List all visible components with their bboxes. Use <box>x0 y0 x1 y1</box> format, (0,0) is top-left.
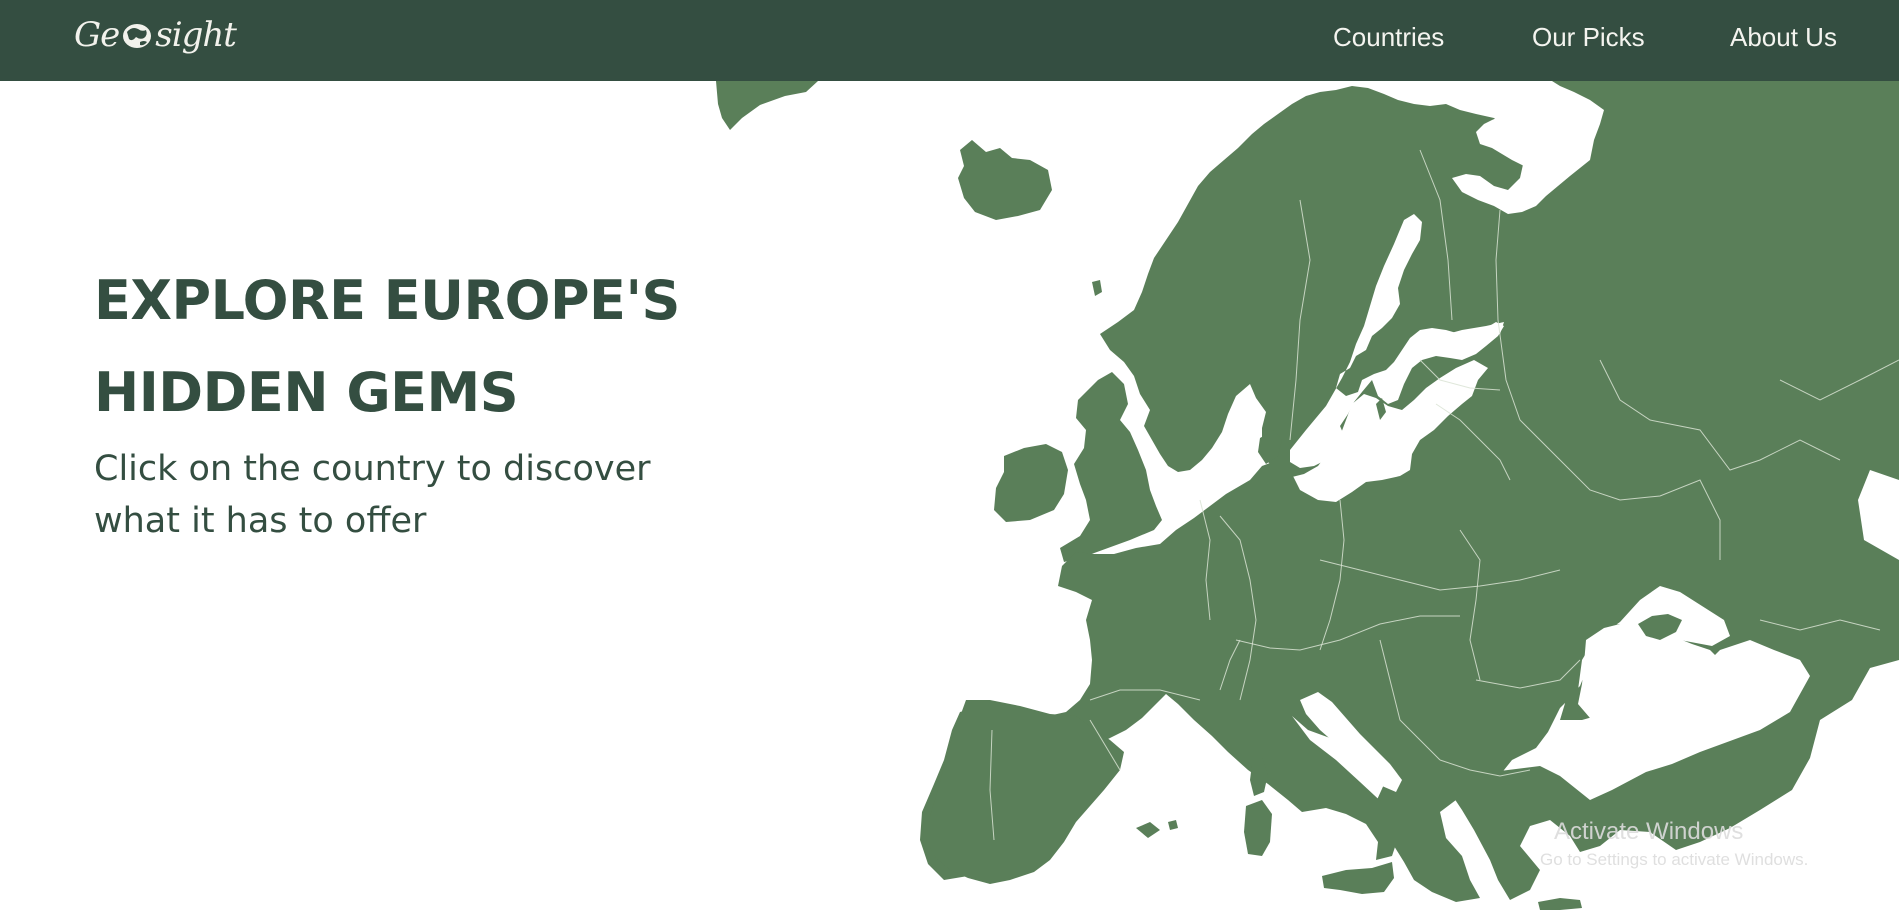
nav-about-us-link[interactable]: About Us <box>1730 22 1860 53</box>
map-ireland[interactable] <box>994 444 1068 522</box>
globe-logo-icon <box>123 24 152 48</box>
geosight-logo[interactable]: Ge sight <box>74 12 237 58</box>
nav-countries-link[interactable]: Countries <box>1333 22 1483 53</box>
top-navbar: Ge sight Countries Our Picks About Us <box>0 0 1899 81</box>
map-balearic-2[interactable] <box>1168 820 1178 830</box>
hero-title: EXPLORE EUROPE'S HIDDEN GEMS <box>94 255 714 439</box>
map-crete[interactable] <box>1538 898 1582 910</box>
map-sardinia[interactable] <box>1244 800 1272 856</box>
watermark-title: Activate Windows <box>1554 818 1744 845</box>
nav-our-picks-link[interactable]: Our Picks <box>1532 22 1662 53</box>
hero-subtitle: Click on the country to discover what it… <box>94 449 651 541</box>
page: Ge sight Countries Our Picks About Us EX… <box>0 0 1899 924</box>
map-greenland[interactable] <box>716 81 818 130</box>
windows-activation-watermark: Activate Windows Go to Settings to activ… <box>1540 818 1808 870</box>
logo-text-left: Ge <box>74 15 120 55</box>
map-faroe[interactable] <box>1092 280 1102 296</box>
map-balearic[interactable] <box>1136 822 1160 838</box>
watermark-subtitle: Go to Settings to activate Windows. <box>1540 850 1809 869</box>
map-iceland[interactable] <box>958 140 1052 220</box>
logo-text-right: sight <box>155 15 237 55</box>
map-sicily[interactable] <box>1322 862 1394 894</box>
hero-title-line-2: HIDDEN GEMS <box>94 361 519 424</box>
hero-section: EXPLORE EUROPE'S HIDDEN GEMS Click on th… <box>94 255 714 547</box>
hero-title-line-1: EXPLORE EUROPE'S <box>94 269 680 332</box>
